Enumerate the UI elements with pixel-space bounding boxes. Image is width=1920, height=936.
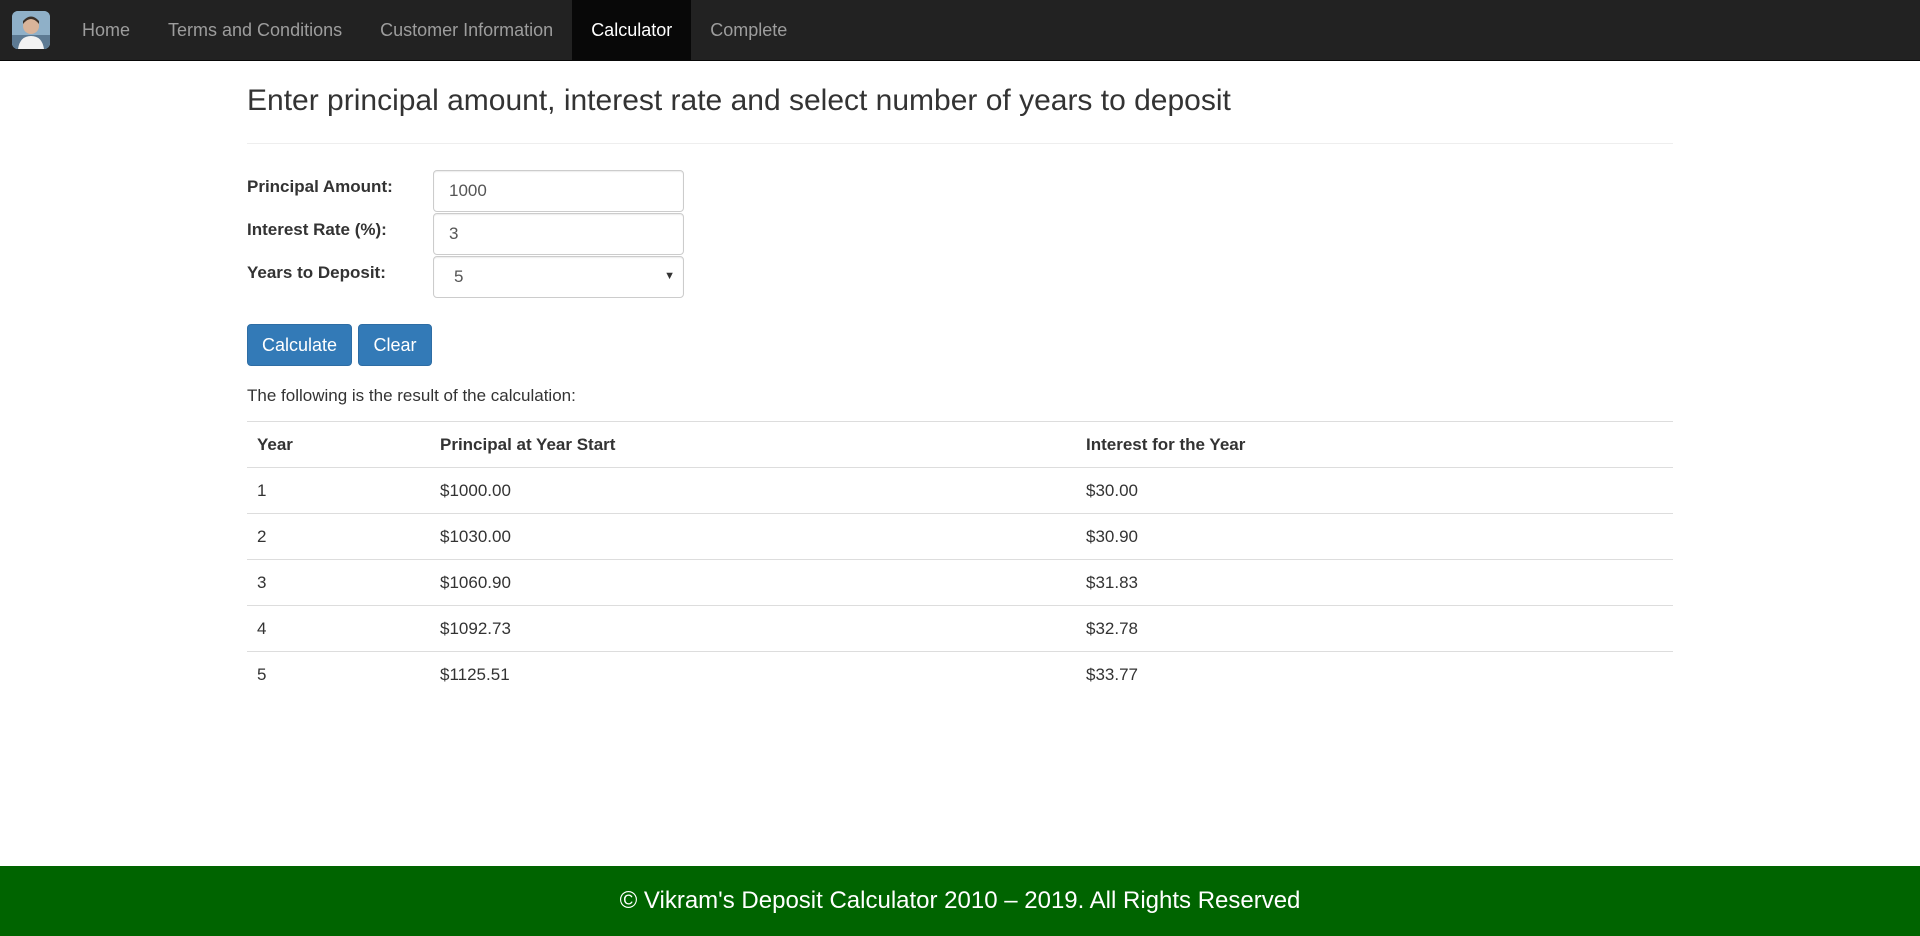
calculate-button[interactable]: Calculate [247,324,352,366]
table-row: 1 $1000.00 $30.00 [247,467,1673,514]
results-table: Year Principal at Year Start Interest fo… [247,421,1673,698]
column-header-interest: Interest for the Year [1076,421,1673,468]
chevron-down-icon: ▼ [664,270,675,282]
years-label: Years to Deposit: [247,263,386,282]
cell-year: 2 [247,513,430,560]
page-title: Enter principal amount, interest rate an… [247,84,1231,117]
table-header-row: Year Principal at Year Start Interest fo… [247,421,1673,468]
cell-principal: $1030.00 [430,513,1076,560]
header-divider [247,143,1673,144]
cell-interest: $33.77 [1076,651,1673,698]
clear-button[interactable]: Clear [358,324,432,366]
interest-row: Interest Rate (%): [247,213,947,255]
cell-year: 5 [247,651,430,698]
site-footer: © Vikram's Deposit Calculator 2010 – 201… [0,866,1920,936]
cell-interest: $30.00 [1076,467,1673,514]
cell-interest: $30.90 [1076,513,1673,560]
result-intro: The following is the result of the calcu… [247,386,576,405]
table-row: 3 $1060.90 $31.83 [247,559,1673,606]
column-header-principal: Principal at Year Start [430,421,1076,468]
principal-label: Principal Amount: [247,177,393,196]
years-selected-value: 5 [454,267,464,286]
interest-input[interactable] [433,213,684,255]
cell-year: 3 [247,559,430,606]
cell-principal: $1000.00 [430,467,1076,514]
nav-item-home[interactable]: Home [63,0,149,61]
cell-principal: $1060.90 [430,559,1076,606]
top-navbar: Home Terms and Conditions Customer Infor… [0,0,1920,61]
user-avatar-icon[interactable] [12,11,50,49]
cell-interest: $32.78 [1076,605,1673,652]
footer-copyright: © Vikram's Deposit Calculator 2010 – 201… [619,887,1301,914]
cell-principal: $1125.51 [430,651,1076,698]
cell-principal: $1092.73 [430,605,1076,652]
main-nav: Home Terms and Conditions Customer Infor… [63,0,806,61]
nav-item-calculator[interactable]: Calculator [572,0,692,61]
main-content: Enter principal amount, interest rate an… [247,61,1673,698]
cell-year: 1 [247,467,430,514]
nav-item-complete[interactable]: Complete [691,0,806,61]
column-header-year: Year [247,421,430,468]
cell-interest: $31.83 [1076,559,1673,606]
principal-input[interactable] [433,170,684,212]
cell-year: 4 [247,605,430,652]
table-row: 5 $1125.51 $33.77 [247,651,1673,698]
nav-item-customer-information[interactable]: Customer Information [361,0,572,61]
table-row: 2 $1030.00 $30.90 [247,513,1673,560]
years-select[interactable]: 5 ▼ [433,256,684,298]
years-row: Years to Deposit: 5 ▼ [247,256,947,298]
table-row: 4 $1092.73 $32.78 [247,605,1673,652]
nav-item-terms-and-conditions[interactable]: Terms and Conditions [149,0,361,61]
principal-row: Principal Amount: [247,170,947,212]
interest-label: Interest Rate (%): [247,220,387,239]
